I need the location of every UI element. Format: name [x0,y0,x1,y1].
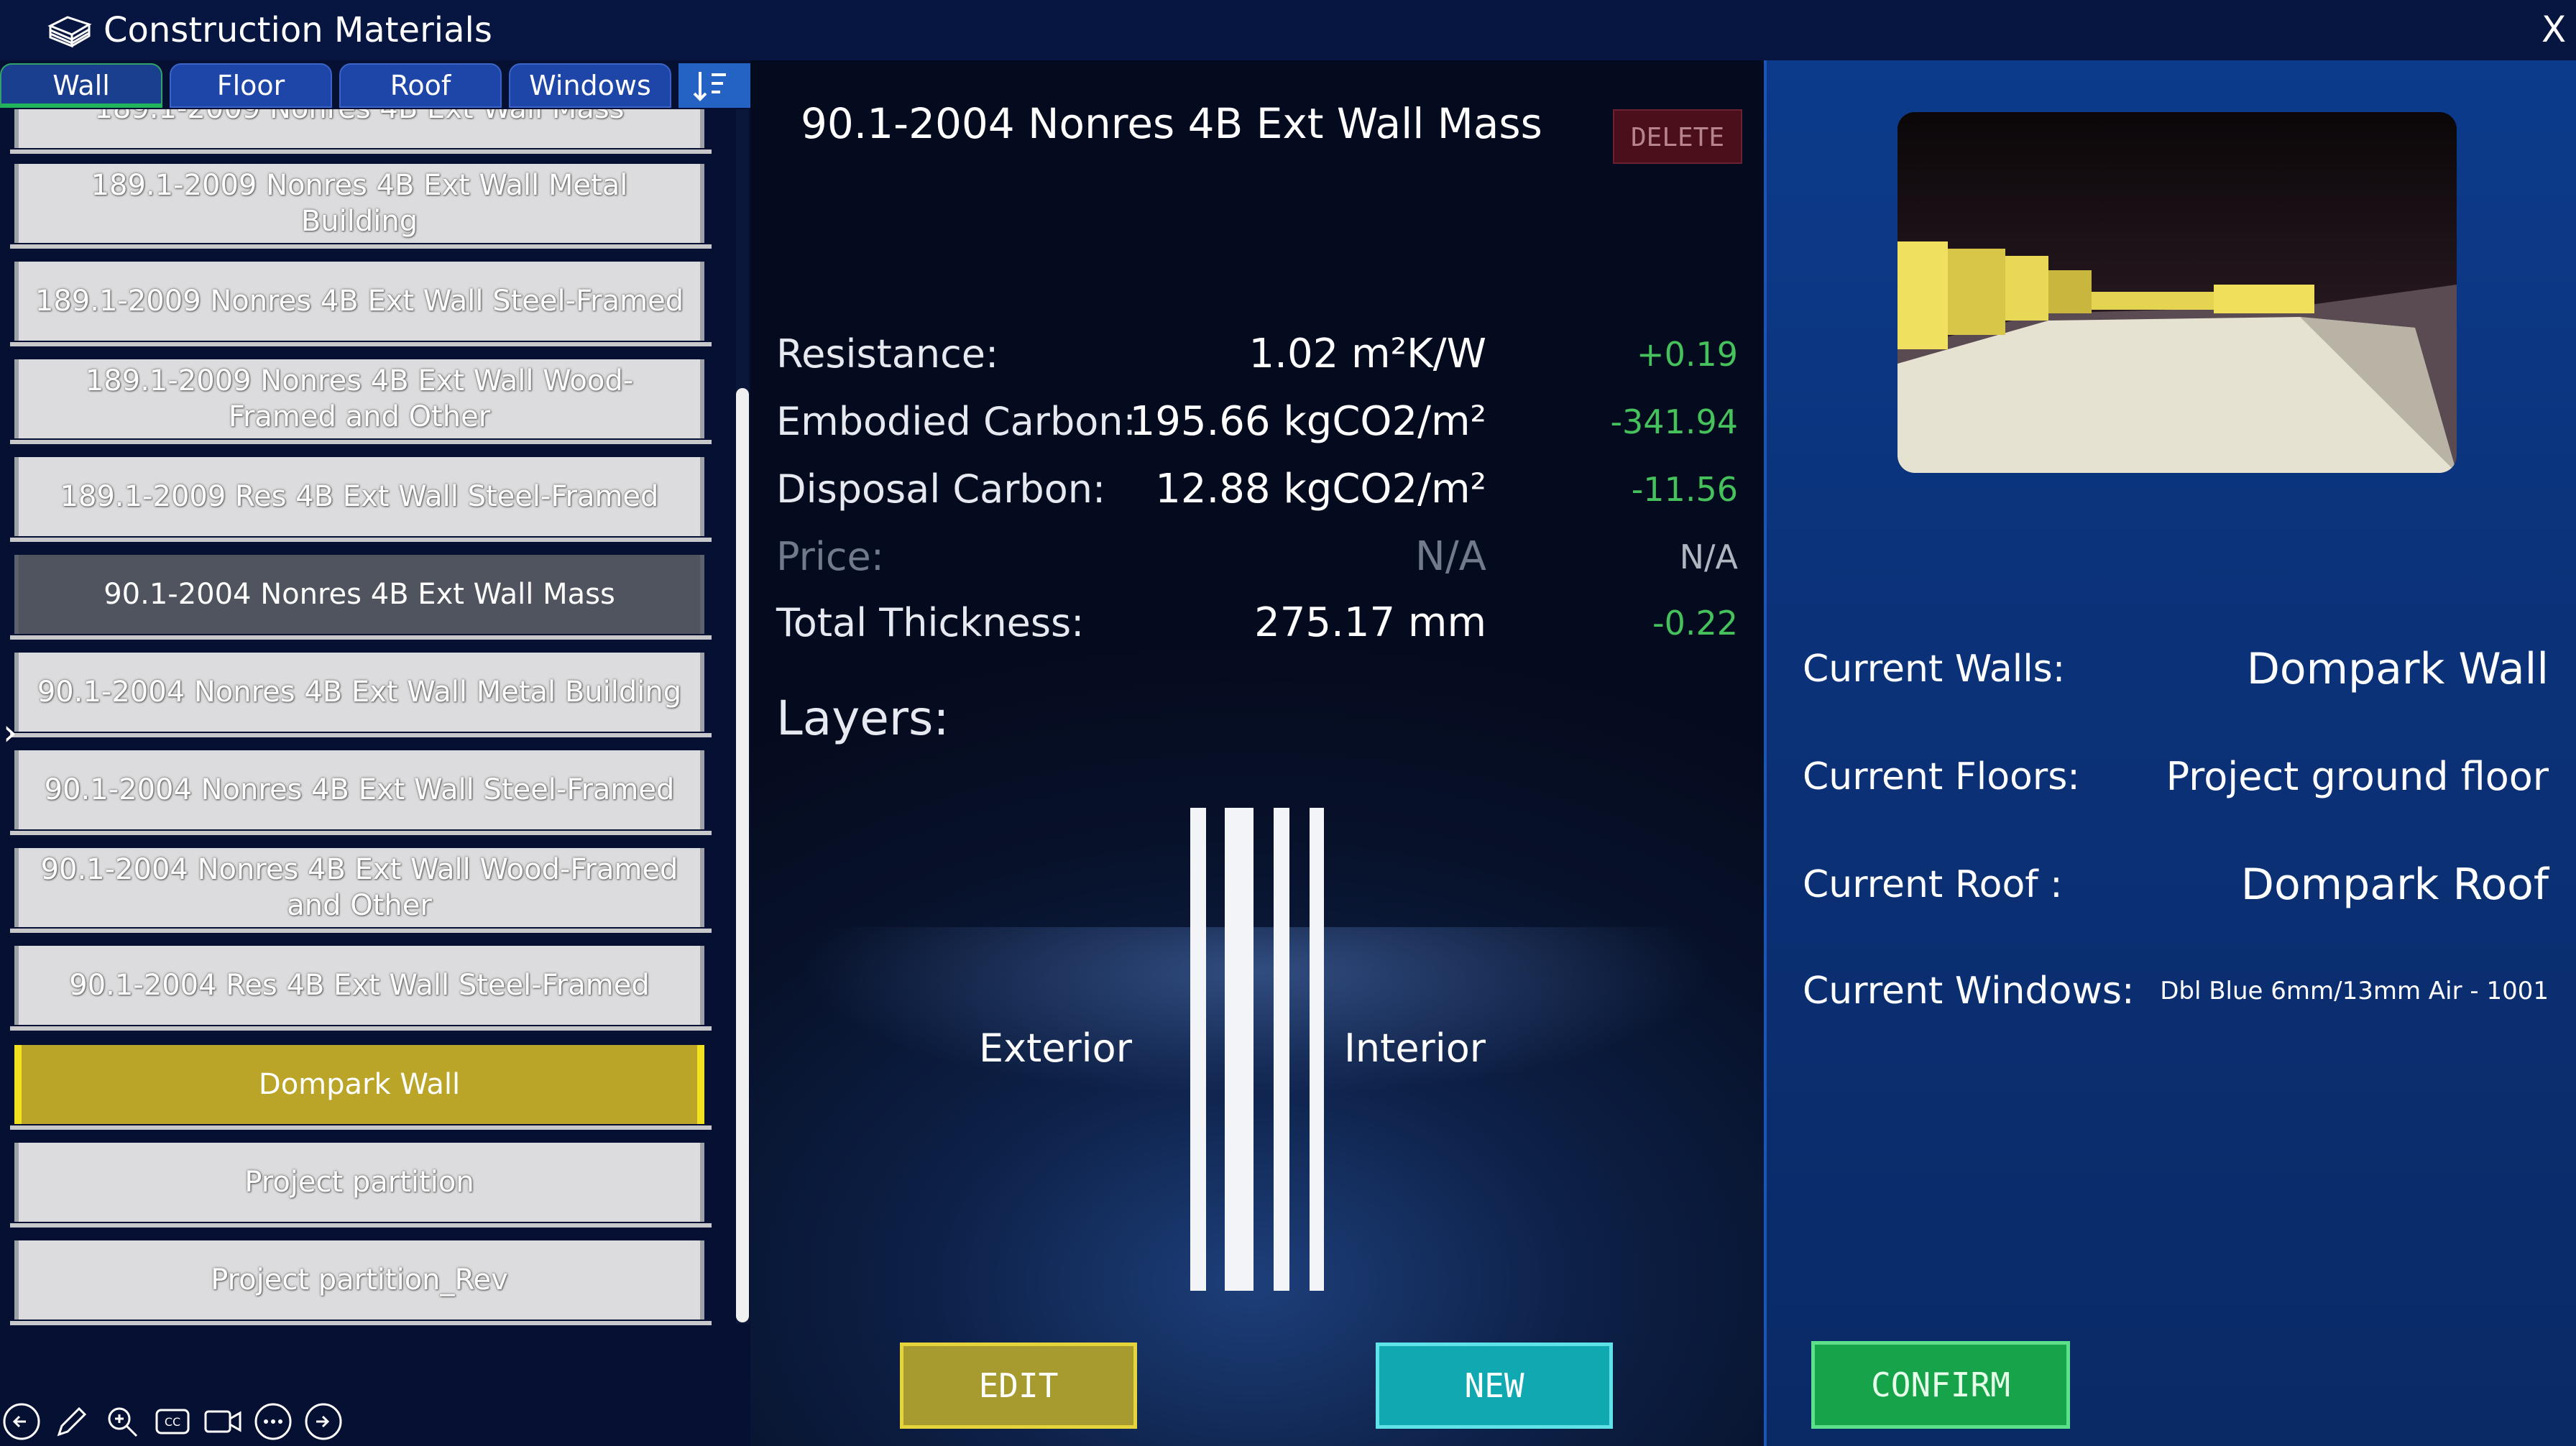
captions-icon[interactable]: CC [152,1401,193,1442]
list-item[interactable]: 189.1-2009 Res 4B Ext Wall Steel-Framed [14,457,704,536]
svg-text:CC: CC [165,1415,180,1429]
tab-wall[interactable]: Wall [0,63,162,108]
divider [10,1321,712,1325]
list-item[interactable]: 90.1-2004 Nonres 4B Ext Wall Steel-Frame… [14,750,704,829]
divider [10,635,712,640]
disposal-carbon-delta: -11.56 [1631,470,1738,509]
edit-button[interactable]: EDIT [900,1343,1137,1429]
current-roof-value: Dompark Roof [2240,860,2549,910]
divider [10,244,712,249]
resistance-delta: +0.19 [1637,335,1738,374]
category-tabs: Wall Floor Roof Windows [0,63,750,109]
current-windows-label: Current Windows: [1803,970,2135,1013]
divider [10,1223,712,1228]
pencil-icon[interactable] [52,1401,92,1442]
chevron-right-icon[interactable]: › [3,712,17,753]
divider [10,440,712,444]
interior-label: Interior [1344,1026,1486,1071]
exterior-label: Exterior [979,1026,1132,1071]
tab-roof[interactable]: Roof [339,63,502,108]
current-walls-value: Dompark Wall [2246,644,2549,694]
forward-icon[interactable] [303,1401,344,1442]
divider [10,733,712,737]
list-item[interactable]: 189.1-2009 Nonres 4B Ext Wall Steel-Fram… [14,262,704,341]
sort-icon[interactable] [678,63,750,108]
divider [10,929,712,933]
delete-button[interactable]: DELETE [1613,109,1742,164]
thickness-value: 275.17 mm [1254,599,1486,646]
embodied-carbon-label: Embodied Carbon: [776,399,1136,444]
list-item[interactable]: 90.1-2004 Res 4B Ext Wall Steel-Framed [14,946,704,1025]
material-list: 189.1-2009 Nonres 4B Ext Wall Mass 189.1… [0,109,733,1331]
divider [10,831,712,835]
list-item-current[interactable]: Dompark Wall [14,1045,704,1124]
layer-bar[interactable] [1225,808,1254,1291]
divider [10,342,712,346]
embodied-carbon-value: 195.66 kgCO2/m² [1129,398,1486,445]
list-item[interactable]: 189.1-2009 Nonres 4B Ext Wall Wood-Frame… [14,359,704,438]
embodied-carbon-delta: -341.94 [1610,402,1738,441]
thickness-label: Total Thickness: [776,600,1085,645]
price-label: Price: [776,534,884,579]
price-delta: N/A [1679,538,1738,576]
confirm-button[interactable]: CONFIRM [1811,1341,2070,1429]
current-roof-label: Current Roof : [1803,863,2063,906]
back-icon[interactable] [1,1401,42,1442]
tab-floor[interactable]: Floor [170,63,332,108]
video-icon[interactable] [203,1401,243,1442]
resistance-value: 1.02 m²K/W [1248,331,1486,377]
thickness-delta: -0.22 [1652,604,1738,643]
layer-bar[interactable] [1274,808,1289,1291]
tab-windows[interactable]: Windows [509,63,671,108]
list-item[interactable]: 90.1-2004 Nonres 4B Ext Wall Metal Build… [14,653,704,732]
layers-heading: Layers: [776,691,949,746]
list-item-selected[interactable]: 90.1-2004 Nonres 4B Ext Wall Mass [14,555,704,634]
material-title: 90.1-2004 Nonres 4B Ext Wall Mass [801,99,1542,148]
list-item[interactable]: Project partition [14,1143,704,1222]
current-floors-label: Current Floors: [1803,755,2080,798]
resistance-label: Resistance: [776,331,999,377]
building-preview-image [1898,112,2457,473]
window-title: Construction Materials [104,10,492,50]
disposal-carbon-label: Disposal Carbon: [776,466,1106,512]
more-icon[interactable] [253,1401,293,1442]
bottom-toolbar: CC [0,1401,359,1446]
materials-icon [47,16,92,48]
current-floors-value: Project ground floor [2166,754,2549,799]
disposal-carbon-value: 12.88 kgCO2/m² [1155,466,1486,512]
price-value: N/A [1414,533,1486,580]
zoom-icon[interactable] [102,1401,142,1442]
divider [10,538,712,542]
list-item[interactable]: 189.1-2009 Nonres 4B Ext Wall Metal Buil… [14,164,704,243]
close-button[interactable]: X [2542,4,2566,55]
scrollbar-thumb[interactable] [736,388,749,1322]
layer-bar[interactable] [1190,808,1206,1291]
list-item[interactable]: 90.1-2004 Nonres 4B Ext Wall Wood-Framed… [14,848,704,927]
divider [10,149,712,154]
list-item[interactable]: 189.1-2009 Nonres 4B Ext Wall Mass [14,109,704,148]
layer-bar[interactable] [1310,808,1324,1291]
list-item[interactable]: Project partition_Rev [14,1240,704,1320]
divider [10,1125,712,1130]
new-button[interactable]: NEW [1376,1343,1613,1429]
divider [10,1026,712,1031]
current-walls-label: Current Walls: [1803,648,2066,691]
current-windows-value: Dbl Blue 6mm/13mm Air - 1001 [2160,977,2549,1005]
